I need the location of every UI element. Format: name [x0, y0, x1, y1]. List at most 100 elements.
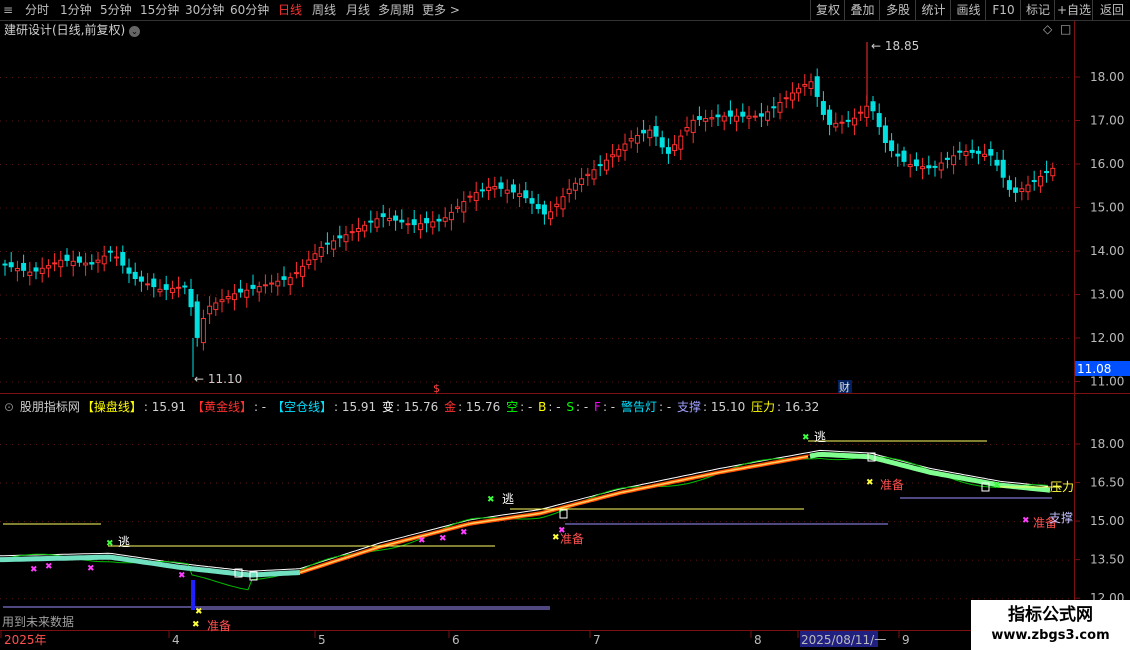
- candle-body: [76, 256, 82, 263]
- grid-dot: [702, 598, 703, 600]
- grid-dot: [972, 521, 973, 523]
- grid-dot: [60, 338, 61, 339]
- grid-dot: [834, 598, 835, 600]
- grid-dot: [138, 598, 139, 600]
- grid-dot: [114, 294, 115, 296]
- grid-dot: [156, 294, 157, 296]
- grid-dot: [444, 77, 445, 78]
- grid-dot: [102, 77, 103, 78]
- grid-dot: [336, 294, 337, 296]
- grid-dot: [48, 294, 49, 296]
- grid-dot: [1050, 164, 1051, 165]
- candle-body: [696, 116, 702, 120]
- grid-dot: [516, 598, 517, 600]
- grid-dot: [144, 521, 145, 523]
- grid-dot: [966, 294, 967, 296]
- grid-dot: [930, 482, 931, 484]
- grid-dot: [72, 521, 73, 523]
- grid-dot: [534, 482, 535, 484]
- grid-dot: [822, 482, 823, 484]
- grid-dot: [996, 294, 997, 296]
- grid-dot: [828, 251, 829, 252]
- grid-dot: [696, 77, 697, 78]
- grid-dot: [702, 164, 703, 165]
- grid-dot: [684, 598, 685, 600]
- grid-dot: [132, 338, 133, 339]
- grid-dot: [792, 521, 793, 523]
- grid-dot: [96, 338, 97, 339]
- grid-dot: [858, 120, 859, 122]
- grid-dot: [96, 77, 97, 78]
- grid-dot: [930, 521, 931, 523]
- candle-body: [665, 147, 671, 154]
- grid-dot: [894, 559, 895, 561]
- grid-dot: [882, 381, 883, 383]
- grid-dot: [1008, 482, 1009, 484]
- grid-dot: [924, 207, 925, 209]
- grid-dot: [954, 207, 955, 209]
- grid-dot: [498, 482, 499, 484]
- grid-dot: [300, 559, 301, 561]
- grid-dot: [792, 207, 793, 209]
- grid-dot: [540, 521, 541, 523]
- grid-dot: [528, 120, 529, 122]
- grid-dot: [846, 444, 847, 445]
- grid-dot: [558, 164, 559, 165]
- grid-dot: [1050, 294, 1051, 296]
- candle-body: [324, 242, 330, 245]
- grid-dot: [348, 120, 349, 122]
- grid-dot: [720, 559, 721, 561]
- grid-dot: [186, 444, 187, 445]
- grid-dot: [486, 598, 487, 600]
- grid-dot: [180, 482, 181, 484]
- grid-dot: [72, 381, 73, 383]
- grid-dot: [522, 444, 523, 445]
- grid-dot: [24, 444, 25, 445]
- grid-dot: [198, 120, 199, 122]
- grid-dot: [300, 482, 301, 484]
- grid-dot: [618, 120, 619, 122]
- grid-dot: [1020, 207, 1021, 209]
- grid-dot: [816, 559, 817, 561]
- grid-dot: [318, 521, 319, 523]
- grid-dot: [186, 482, 187, 484]
- grid-dot: [210, 338, 211, 339]
- grid-dot: [870, 521, 871, 523]
- grid-dot: [624, 77, 625, 78]
- grid-dot: [996, 444, 997, 445]
- grid-dot: [696, 559, 697, 561]
- grid-dot: [648, 521, 649, 523]
- grid-dot: [510, 598, 511, 600]
- grid-dot: [36, 598, 37, 600]
- grid-dot: [48, 444, 49, 445]
- grid-dot: [312, 120, 313, 122]
- grid-dot: [678, 77, 679, 78]
- grid-dot: [312, 521, 313, 523]
- candle-body: [529, 198, 535, 204]
- grid-dot: [180, 120, 181, 122]
- grid-dot: [552, 207, 553, 209]
- grid-dot: [312, 77, 313, 78]
- grid-dot: [456, 164, 457, 165]
- grid-dot: [600, 598, 601, 600]
- grid-dot: [534, 294, 535, 296]
- grid-dot: [408, 120, 409, 122]
- grid-dot: [876, 381, 877, 383]
- grid-dot: [1044, 294, 1045, 296]
- grid-dot: [606, 251, 607, 252]
- grid-dot: [372, 482, 373, 484]
- grid-dot: [978, 164, 979, 165]
- grid-dot: [42, 444, 43, 445]
- grid-dot: [114, 521, 115, 523]
- grid-dot: [588, 444, 589, 445]
- grid-dot: [678, 294, 679, 296]
- candle-body: [219, 299, 225, 303]
- grid-dot: [306, 120, 307, 122]
- grid-dot: [852, 482, 853, 484]
- grid-dot: [234, 598, 235, 600]
- grid-dot: [144, 164, 145, 165]
- grid-dot: [348, 294, 349, 296]
- grid-dot: [1056, 251, 1057, 252]
- grid-dot: [678, 251, 679, 252]
- grid-dot: [678, 164, 679, 165]
